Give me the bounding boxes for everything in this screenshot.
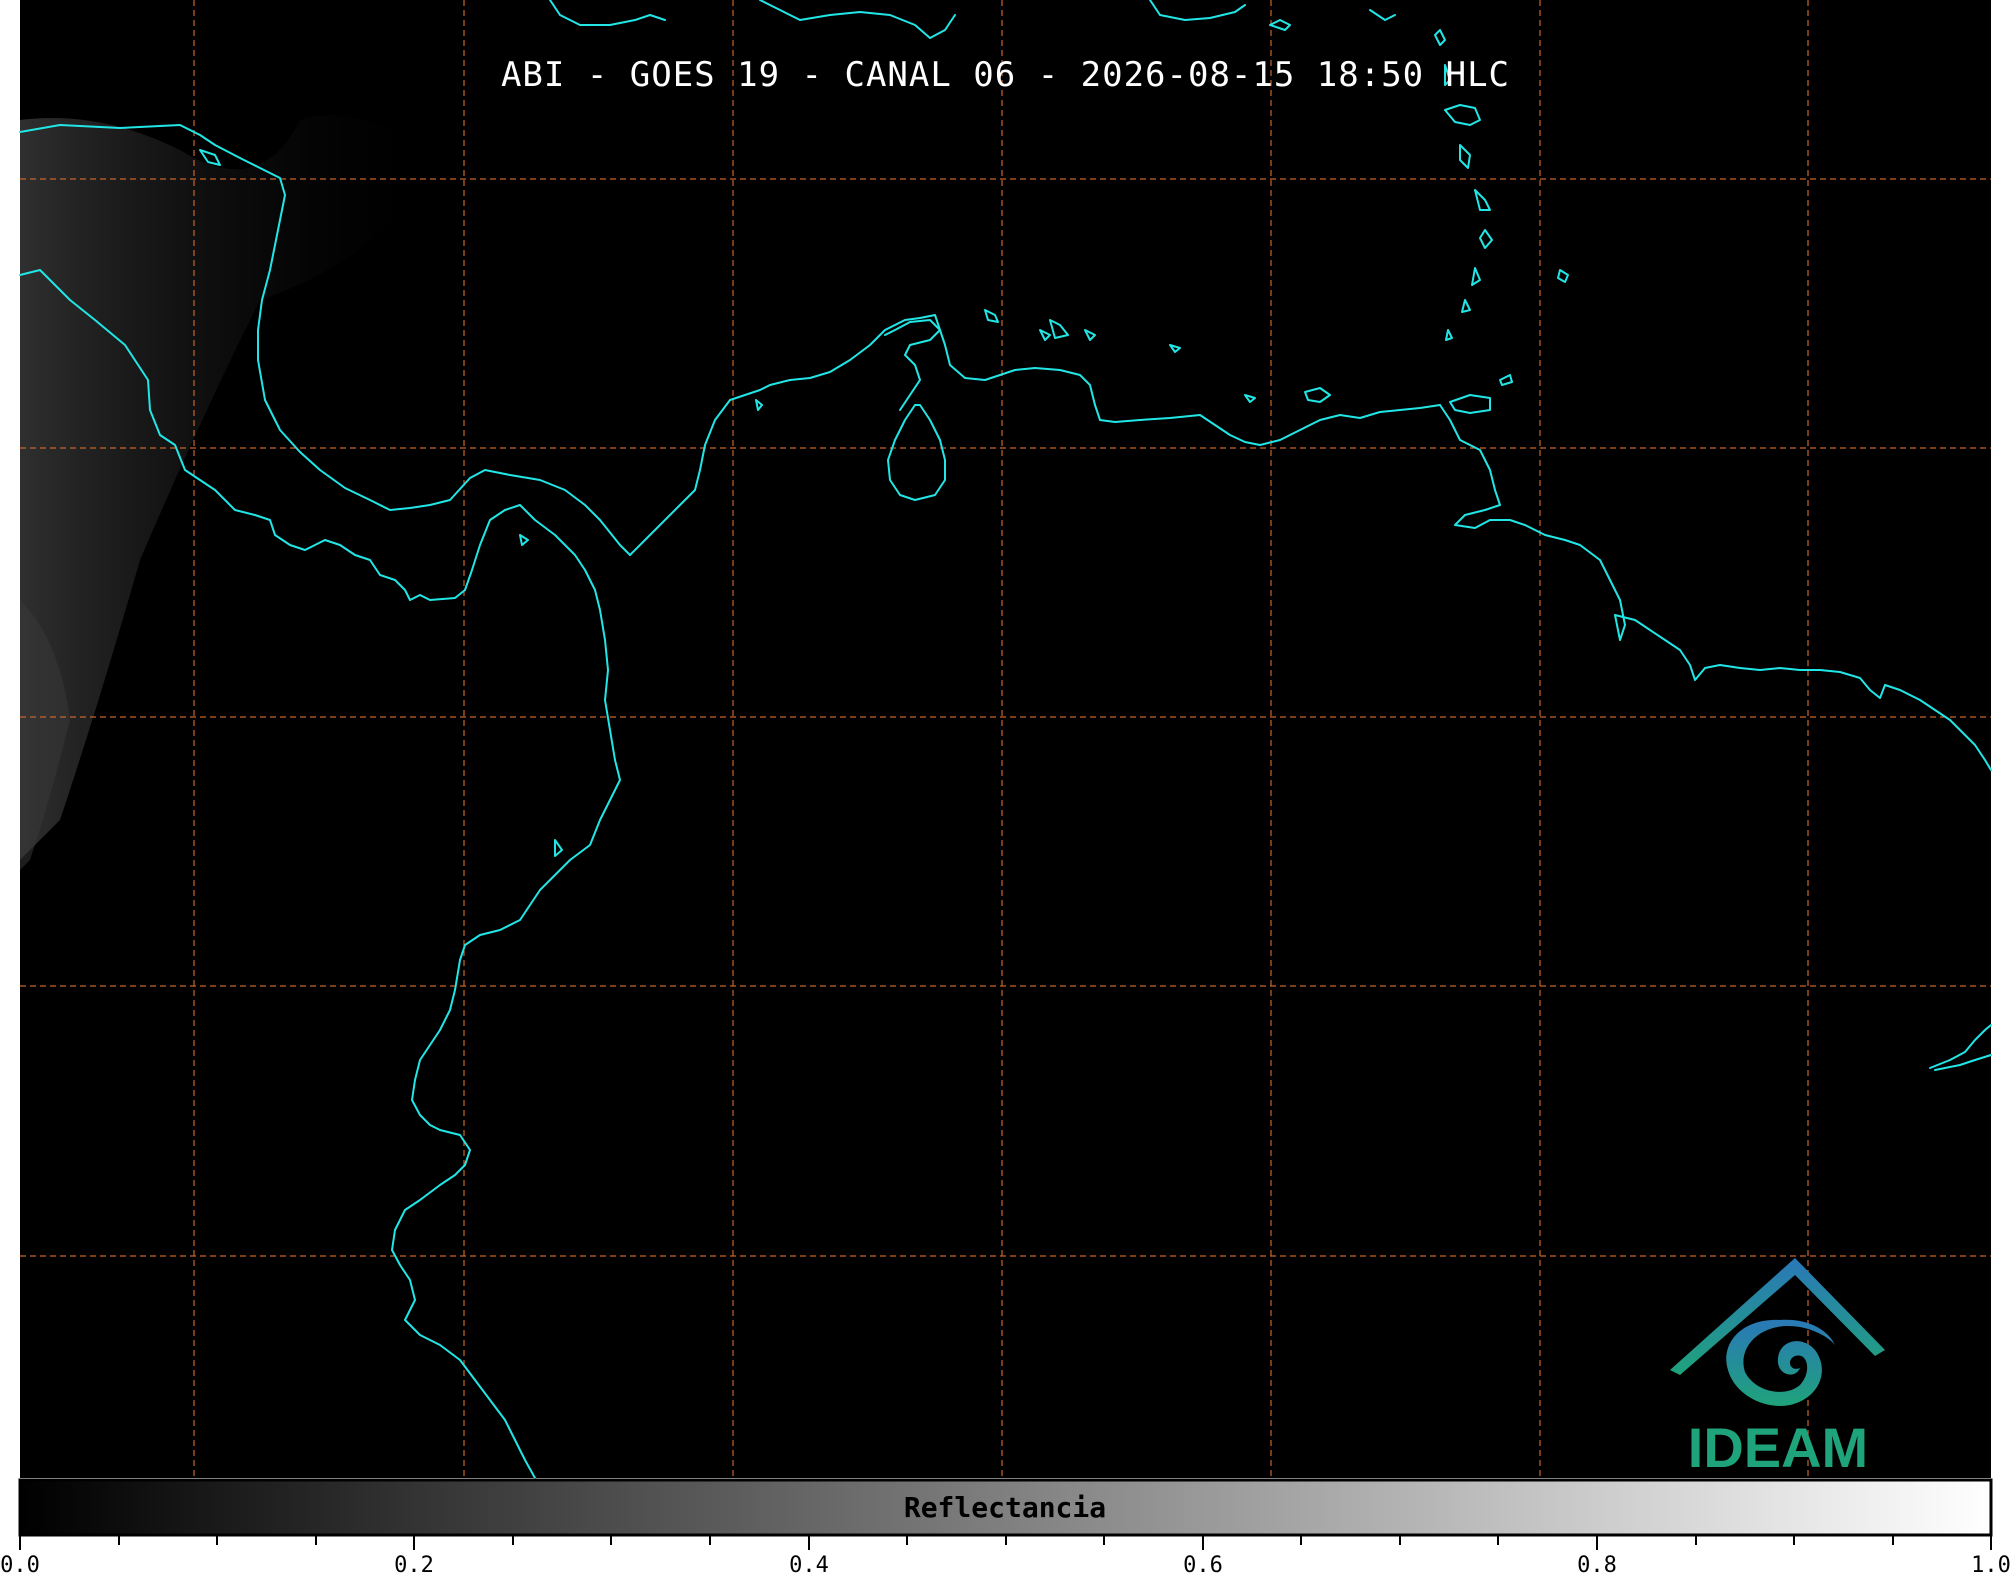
satellite-map-panel: Reflectancia 0.0 0.2 0.4 0.6 0.8 1.0 IDE… bbox=[0, 0, 2011, 1577]
colorbar-tick-label: 1.0 bbox=[1971, 1553, 2011, 1577]
colorbar-tick-label: 0.2 bbox=[394, 1553, 434, 1577]
colorbar: Reflectancia 0.0 0.2 0.4 0.6 0.8 1.0 bbox=[0, 1478, 2011, 1577]
colorbar-ticks bbox=[19, 1535, 1992, 1550]
logo-text: IDEAM bbox=[1688, 1416, 1868, 1479]
colorbar-label: Reflectancia bbox=[904, 1491, 1106, 1524]
colorbar-tick-label: 0.0 bbox=[0, 1553, 40, 1577]
colorbar-tick-label: 0.6 bbox=[1183, 1553, 1223, 1577]
colorbar-tick-label: 0.4 bbox=[789, 1553, 829, 1577]
colorbar-tick-label: 0.8 bbox=[1577, 1553, 1617, 1577]
map-canvas: Reflectancia 0.0 0.2 0.4 0.6 0.8 1.0 IDE… bbox=[0, 0, 2011, 1577]
map-title: ABI - GOES 19 - CANAL 06 - 2026-08-15 18… bbox=[500, 55, 1511, 95]
